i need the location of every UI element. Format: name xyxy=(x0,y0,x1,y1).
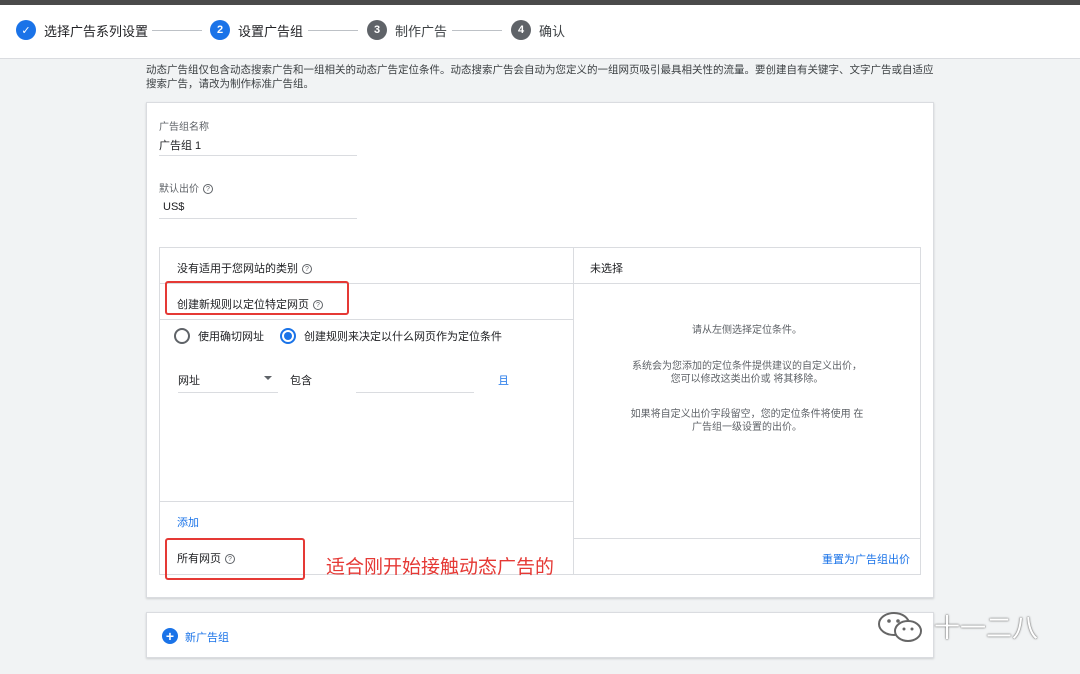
step-campaign-settings[interactable]: ✓ 选择广告系列设置 xyxy=(16,19,148,41)
step-label: 选择广告系列设置 xyxy=(44,23,149,39)
no-category-row[interactable]: 没有适用于您网站的类别? xyxy=(160,248,573,284)
radio-rules-label: 创建规则来决定以什么网页作为定位条件 xyxy=(304,331,502,343)
condition-operator: 包含 xyxy=(290,375,312,387)
watermark-text: 十一二八 xyxy=(934,614,1039,644)
highlight-box-create-rule xyxy=(165,281,349,315)
reset-bid-link[interactable]: 重置为广告组出价 xyxy=(822,551,910,567)
ad-group-name-input[interactable]: 广告组 1 xyxy=(159,137,201,153)
and-button[interactable]: 且 xyxy=(498,372,509,388)
selected-header: 未选择 xyxy=(574,248,920,284)
annotation-text: 适合刚开始接触动态广告的 xyxy=(326,556,555,578)
step-connector xyxy=(152,30,202,31)
help-icon[interactable]: ? xyxy=(302,264,312,275)
empty-text-2a: 系统会为您添加的定位条件提供建议的自定义出价， xyxy=(632,361,862,372)
radio-exact-url-label: 使用确切网址 xyxy=(198,331,264,343)
empty-text-3b: 广告组一级设置的出价。 xyxy=(692,422,802,433)
step-connector xyxy=(308,30,358,31)
check-icon: ✓ xyxy=(16,20,36,40)
add-link[interactable]: 添加 xyxy=(177,514,199,530)
no-category-label: 没有适用于您网站的类别 xyxy=(177,263,298,275)
condition-field-value: 网址 xyxy=(178,375,200,387)
step-number: 3 xyxy=(367,20,387,40)
ad-group-name-label: 广告组名称 xyxy=(159,122,209,133)
wechat-icon xyxy=(878,611,922,642)
step-ad-group[interactable]: 2 设置广告组 xyxy=(210,19,303,41)
new-ad-group-label: 新广告组 xyxy=(185,632,229,644)
selected-empty-state: 请从左侧选择定位条件。 系统会为您添加的定位条件提供建议的自定义出价， 您可以修… xyxy=(574,284,920,538)
condition-row: 网址 包含 且 xyxy=(178,372,568,393)
step-connector xyxy=(452,30,502,31)
progress-stepper: ✓ 选择广告系列设置 2 设置广告组 3 制作广告 4 确认 xyxy=(0,5,1080,59)
step-label: 制作广告 xyxy=(395,23,448,39)
condition-field-select[interactable]: 网址 xyxy=(178,372,278,392)
empty-text-2b: 您可以修改这类出价或 将其移除。 xyxy=(670,374,824,385)
ad-group-card: 广告组名称 广告组 1 默认出价? US$ 没有适用于您网站的类别? 创建新规则… xyxy=(146,102,934,598)
watermark: 十一二八 xyxy=(876,608,1038,645)
add-circle-icon: + xyxy=(162,628,178,644)
targeting-mode-radios: 使用确切网址 创建规则来决定以什么网页作为定位条件 xyxy=(174,328,502,344)
value-underline xyxy=(356,392,474,393)
highlight-box-all-pages xyxy=(165,538,305,580)
name-underline xyxy=(159,155,357,156)
new-ad-group-bar[interactable]: + 新广告组 xyxy=(146,612,934,658)
step-confirm[interactable]: 4 确认 xyxy=(511,19,565,41)
step-label: 确认 xyxy=(539,23,566,39)
default-bid-label-text: 默认出价 xyxy=(159,184,199,195)
bid-underline xyxy=(159,218,357,219)
condition-value-input[interactable] xyxy=(356,372,474,392)
radio-rules[interactable] xyxy=(280,328,296,344)
radio-exact-url[interactable] xyxy=(174,328,190,344)
empty-text-3a: 如果将自定义出价字段留空，您的定位条件将使用 在 xyxy=(630,409,864,420)
step-create-ad[interactable]: 3 制作广告 xyxy=(367,19,447,41)
help-icon[interactable]: ? xyxy=(203,184,213,195)
step-number: 2 xyxy=(210,20,230,40)
add-row: 添加 xyxy=(160,501,573,537)
no-category-row-content: 没有适用于您网站的类别? xyxy=(177,260,312,276)
default-bid-label: 默认出价? xyxy=(159,180,213,195)
step-number: 4 xyxy=(511,20,531,40)
chevron-down-icon xyxy=(264,376,272,380)
step-label: 设置广告组 xyxy=(238,23,304,39)
intro-text: 动态广告组仅包含动态搜索广告和一组相关的动态广告定位条件。动态搜索广告会自动为您… xyxy=(146,64,934,90)
empty-text-1: 请从左侧选择定位条件。 xyxy=(692,325,802,336)
selected-header-label: 未选择 xyxy=(590,263,623,275)
select-underline xyxy=(178,392,278,393)
selected-footer: 重置为广告组出价 xyxy=(574,538,920,574)
default-bid-input[interactable]: US$ xyxy=(163,201,184,213)
